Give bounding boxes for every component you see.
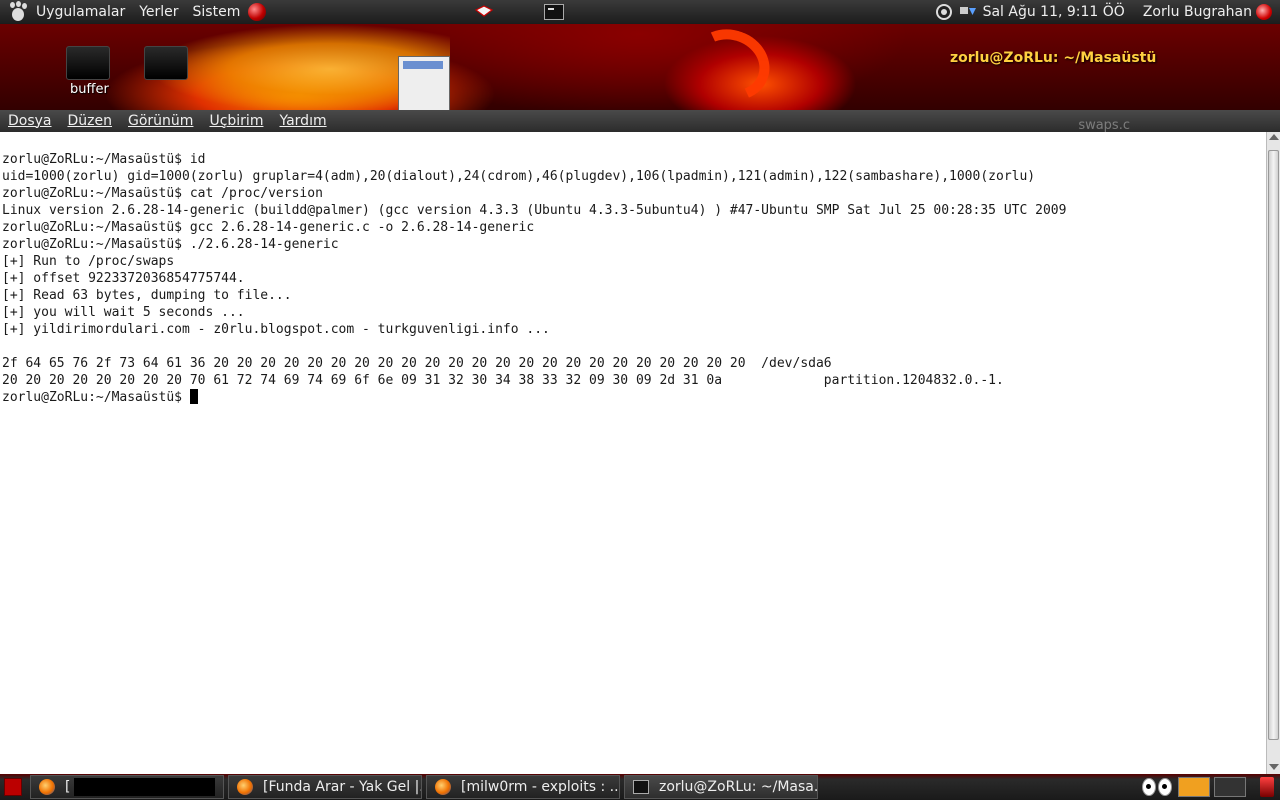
terminal-icon [633,780,649,794]
terminal-line: uid=1000(zorlu) gid=1000(zorlu) gruplar=… [2,169,1036,184]
mail-launcher-icon[interactable] [474,4,494,20]
terminal-line: zorlu@ZoRLu:~/Masaüstü$ gcc 2.6.28-14-ge… [2,220,535,235]
firefox-icon [435,779,451,795]
menu-system[interactable]: Sistem [193,4,241,20]
trash-icon[interactable] [1260,777,1274,797]
menu-applications[interactable]: Uygulamalar [36,4,125,20]
task-label: [ [65,779,71,795]
menu-file[interactable]: Dosya [8,113,52,129]
folder-icon[interactable] [66,46,110,80]
terminal-launcher-icon[interactable] [544,4,564,20]
desktop-icon-label: swaps.c [1078,118,1130,133]
terminal-output[interactable]: zorlu@ZoRLu:~/Masaüstü$ id uid=1000(zorlu… [0,132,1266,774]
task-terminal[interactable]: zorlu@ZoRLu: ~/Masa... [624,775,818,799]
user-switcher[interactable]: Zorlu Bugrahan [1143,4,1252,20]
terminal-scrollbar[interactable] [1266,132,1280,774]
menu-places[interactable]: Yerler [139,4,178,20]
terminal-text: zorlu@ZoRLu:~/Masaüstü$ id uid=1000(zorlu… [2,134,1066,440]
system-tray: Sal Ağu 11, 9:11 ÖÖ Zorlu Bugrahan [935,0,1280,24]
bottom-panel: [ [Funda Arar - Yak Gel |... [milw0rm - … [0,774,1280,800]
menu-terminal[interactable]: Uçbirim [209,113,263,129]
bottom-panel-applets [1142,774,1280,800]
terminal-line: [+] yildirimordulari.com - z0rlu.blogspo… [2,322,550,337]
terminal-line: 20 20 20 20 20 20 20 20 70 61 72 74 69 7… [2,373,1004,388]
workspace-1[interactable] [1178,777,1210,797]
terminal-line: [+] Read 63 bytes, dumping to file... [2,288,292,303]
task-firefox-redacted[interactable]: [ [30,775,224,799]
terminal-line: zorlu@ZoRLu:~/Masaüstü$ ./2.6.28-14-gene… [2,237,339,252]
terminal-line: zorlu@ZoRLu:~/Masaüstü$ id [2,152,206,167]
task-firefox-funda[interactable]: [Funda Arar - Yak Gel |... [228,775,422,799]
power-icon[interactable] [1256,4,1272,20]
text-cursor [189,389,198,404]
terminal-line: [+] Run to /proc/swaps [2,254,175,269]
firefox-icon [237,779,253,795]
prompt: zorlu@ZoRLu:~/Masaüstü$ [2,390,190,405]
terminal-line: [+] you will wait 5 seconds ... [2,305,245,320]
main-menu: Uygulamalar Yerler Sistem [0,0,267,24]
gnome-foot-icon[interactable] [10,1,30,22]
task-label: [milw0rm - exploits : ... [461,779,620,795]
workspace-2[interactable] [1214,777,1246,797]
menu-edit[interactable]: Düzen [68,113,113,129]
task-label: [Funda Arar - Yak Gel |... [263,779,422,795]
eyes-applet-icon[interactable] [1142,778,1172,796]
folder-icon[interactable] [144,46,188,80]
menu-view[interactable]: Görünüm [128,113,193,129]
task-firefox-milw0rm[interactable]: [milw0rm - exploits : ... [426,775,620,799]
terminal-line: 2f 64 65 76 2f 73 64 61 36 20 20 20 20 2… [2,356,832,371]
terminal-line: Linux version 2.6.28-14-generic (buildd@… [2,203,1067,218]
scroll-down-arrow-icon[interactable] [1269,764,1279,770]
wallpaper-swirl [680,24,780,112]
firefox-icon [39,779,55,795]
app-launcher-icon[interactable] [248,3,267,21]
redaction-block [74,778,215,796]
terminal-line: zorlu@ZoRLu:~/Masaüstü$ cat /proc/versio… [2,186,323,201]
scroll-thumb[interactable] [1268,150,1279,740]
desktop-icon-label[interactable]: buffer [70,82,109,97]
show-desktop-button[interactable] [4,778,22,796]
network-icon[interactable] [959,3,977,21]
prompt-line: zorlu@ZoRLu:~/Masaüstü$ [2,389,1066,406]
top-panel: Uygulamalar Yerler Sistem Sal Ağu 11, 9:… [0,0,1280,24]
task-label: zorlu@ZoRLu: ~/Masa... [659,779,818,795]
clock[interactable]: Sal Ağu 11, 9:11 ÖÖ [983,4,1125,20]
menu-help[interactable]: Yardım [279,113,326,129]
scroll-up-arrow-icon[interactable] [1269,134,1279,140]
update-notifier-icon[interactable] [935,3,953,21]
window-title: zorlu@ZoRLu: ~/Masaüstü [950,50,1157,66]
terminal-line: [+] offset 9223372036854775744. [2,271,245,286]
